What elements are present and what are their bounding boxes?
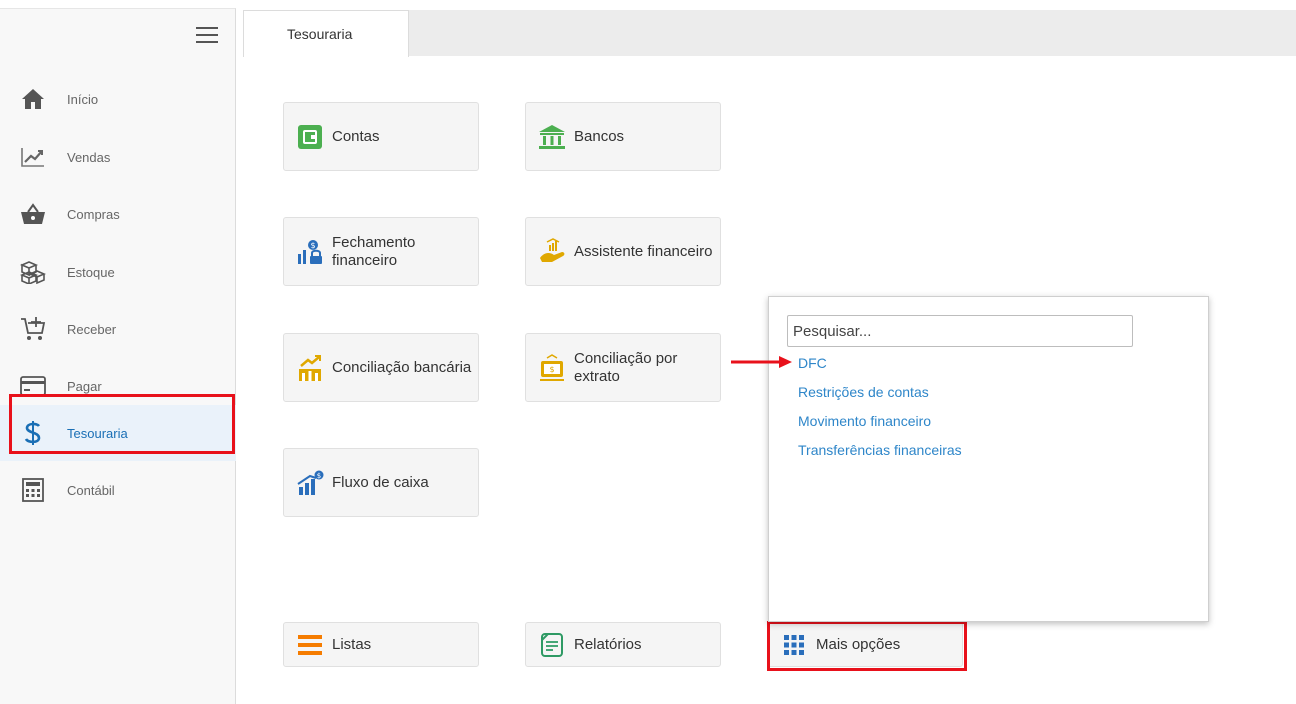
listas-button[interactable]: Listas: [283, 622, 479, 667]
relatorios-button[interactable]: Relatórios: [525, 622, 721, 667]
sidebar-item-label: Início: [67, 91, 99, 107]
boxes-icon: [19, 258, 47, 286]
fluxo-de-caixa-button[interactable]: $ Fluxo de caixa: [283, 448, 479, 517]
conciliacao-extrato-button[interactable]: $ Conciliação por extrato: [525, 333, 721, 402]
sidebar-item-label: Estoque: [67, 264, 115, 280]
search-input[interactable]: [787, 315, 1133, 347]
sidebar-item-label: Vendas: [67, 149, 111, 165]
financial-assistant-icon: [536, 236, 568, 268]
sidebar-item-label: Contábil: [67, 482, 115, 498]
list-icon: [294, 629, 326, 661]
sidebar-item-vendas[interactable]: Vendas: [0, 129, 236, 185]
tile-label: Bancos: [574, 127, 625, 145]
tab-label: Tesouraria: [287, 26, 353, 42]
tile-label: Assistente financeiro: [574, 242, 713, 260]
chart-line-icon: [19, 143, 47, 171]
fechamento-financeiro-button[interactable]: $ Fechamento financeiro: [283, 217, 479, 286]
mais-opcoes-button[interactable]: Mais opções: [767, 622, 963, 667]
dollar-icon: [19, 419, 47, 447]
assistente-financeiro-button[interactable]: Assistente financeiro: [525, 217, 721, 286]
tile-label: Relatórios: [574, 635, 642, 653]
cash-flow-icon: $: [294, 467, 326, 499]
home-icon: [19, 85, 47, 113]
calculator-icon: [19, 476, 47, 504]
bank-reconciliation-icon: [294, 352, 326, 384]
mais-opcoes-dropdown: DFC Restrições de contas Movimento finan…: [768, 296, 1209, 622]
menu-item-restricoes-de-contas[interactable]: Restrições de contas: [798, 384, 929, 400]
conciliacao-bancaria-button[interactable]: Conciliação bancária: [283, 333, 479, 402]
wallet-icon: [294, 121, 326, 153]
contas-button[interactable]: Contas: [283, 102, 479, 171]
sidebar-item-label: Receber: [67, 321, 117, 337]
sidebar-item-label: Pagar: [67, 378, 102, 394]
credit-card-icon: [19, 372, 47, 400]
sidebar-item-label: Compras: [67, 206, 120, 222]
sidebar-item-contabil[interactable]: Contábil: [0, 462, 236, 518]
statement-reconciliation-icon: $: [536, 352, 568, 384]
bank-icon: [536, 121, 568, 153]
tile-label: Contas: [332, 127, 380, 145]
sidebar-item-compras[interactable]: Compras: [0, 186, 236, 242]
tile-label: Conciliação por extrato: [574, 349, 678, 385]
tile-label: Conciliação bancária: [332, 358, 472, 376]
bancos-button[interactable]: Bancos: [525, 102, 721, 171]
tile-label: Mais opções: [816, 635, 901, 653]
sidebar-item-inicio[interactable]: Início: [0, 71, 236, 127]
tile-label: Listas: [332, 635, 372, 653]
svg-text:$: $: [549, 365, 554, 374]
grid-icon: [778, 629, 810, 661]
report-icon: [536, 629, 568, 661]
sidebar-item-receber[interactable]: Receber: [0, 301, 236, 357]
basket-icon: [19, 200, 47, 228]
svg-text:$: $: [310, 241, 315, 250]
sidebar: Início Vendas Compras Estoque Receber Pa…: [0, 8, 236, 704]
menu-toggle-icon[interactable]: [196, 27, 218, 43]
annotation-arrow-icon: [731, 356, 792, 368]
sidebar-item-estoque[interactable]: Estoque: [0, 244, 236, 300]
tile-label: Fluxo de caixa: [332, 473, 429, 491]
menu-item-dfc[interactable]: DFC: [798, 355, 827, 371]
cart-plus-icon: [19, 315, 47, 343]
menu-item-transferencias-financeiras[interactable]: Transferências financeiras: [798, 442, 962, 458]
sidebar-item-label: Tesouraria: [67, 425, 128, 441]
svg-text:$: $: [317, 472, 321, 480]
tile-label: Fechamento financeiro: [332, 233, 416, 269]
financial-closing-icon: $: [294, 236, 326, 268]
sidebar-item-tesouraria[interactable]: Tesouraria: [0, 405, 236, 461]
menu-item-movimento-financeiro[interactable]: Movimento financeiro: [798, 413, 931, 429]
tab-tesouraria[interactable]: Tesouraria: [243, 10, 409, 57]
